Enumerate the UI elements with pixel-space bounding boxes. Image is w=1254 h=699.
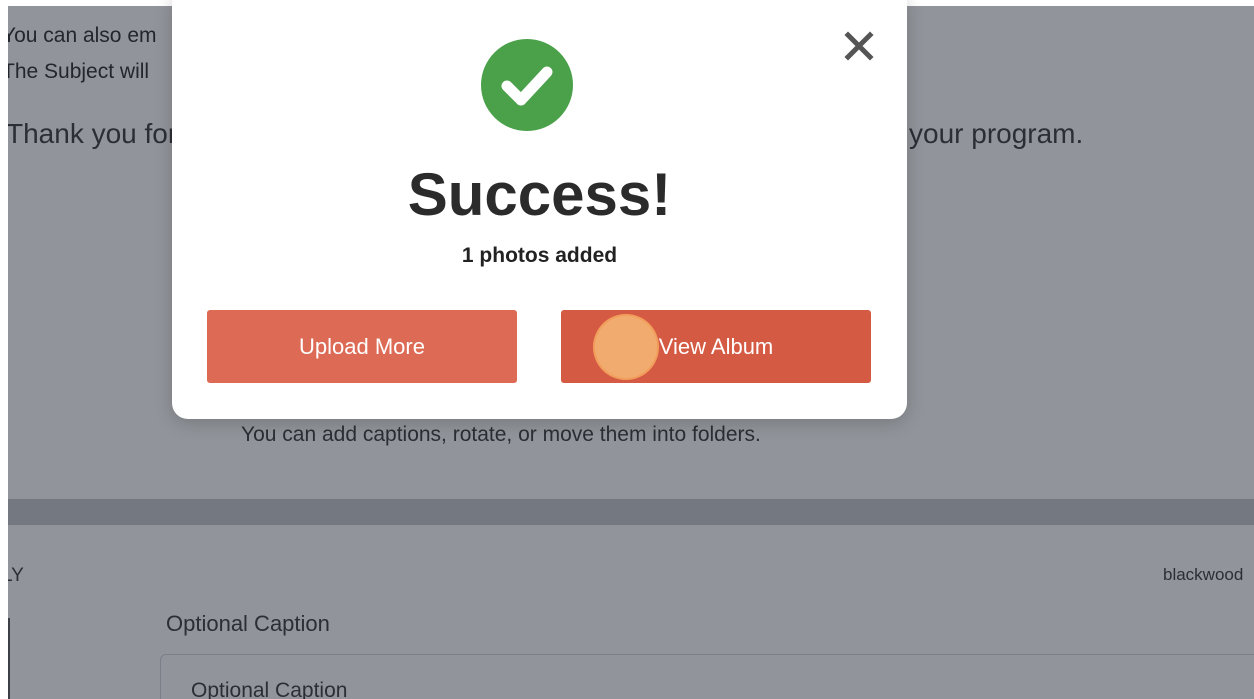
upload-more-button[interactable]: Upload More bbox=[207, 310, 517, 383]
view-album-button[interactable]: View Album bbox=[561, 310, 871, 383]
left-margin bbox=[0, 0, 8, 699]
close-icon[interactable] bbox=[842, 29, 876, 63]
modal-title: Success! bbox=[407, 161, 672, 228]
modal-subtitle: 1 photos added bbox=[461, 244, 618, 267]
success-modal: Success! 1 photos added Upload More View… bbox=[172, 0, 907, 419]
check-circle-icon bbox=[481, 39, 573, 131]
